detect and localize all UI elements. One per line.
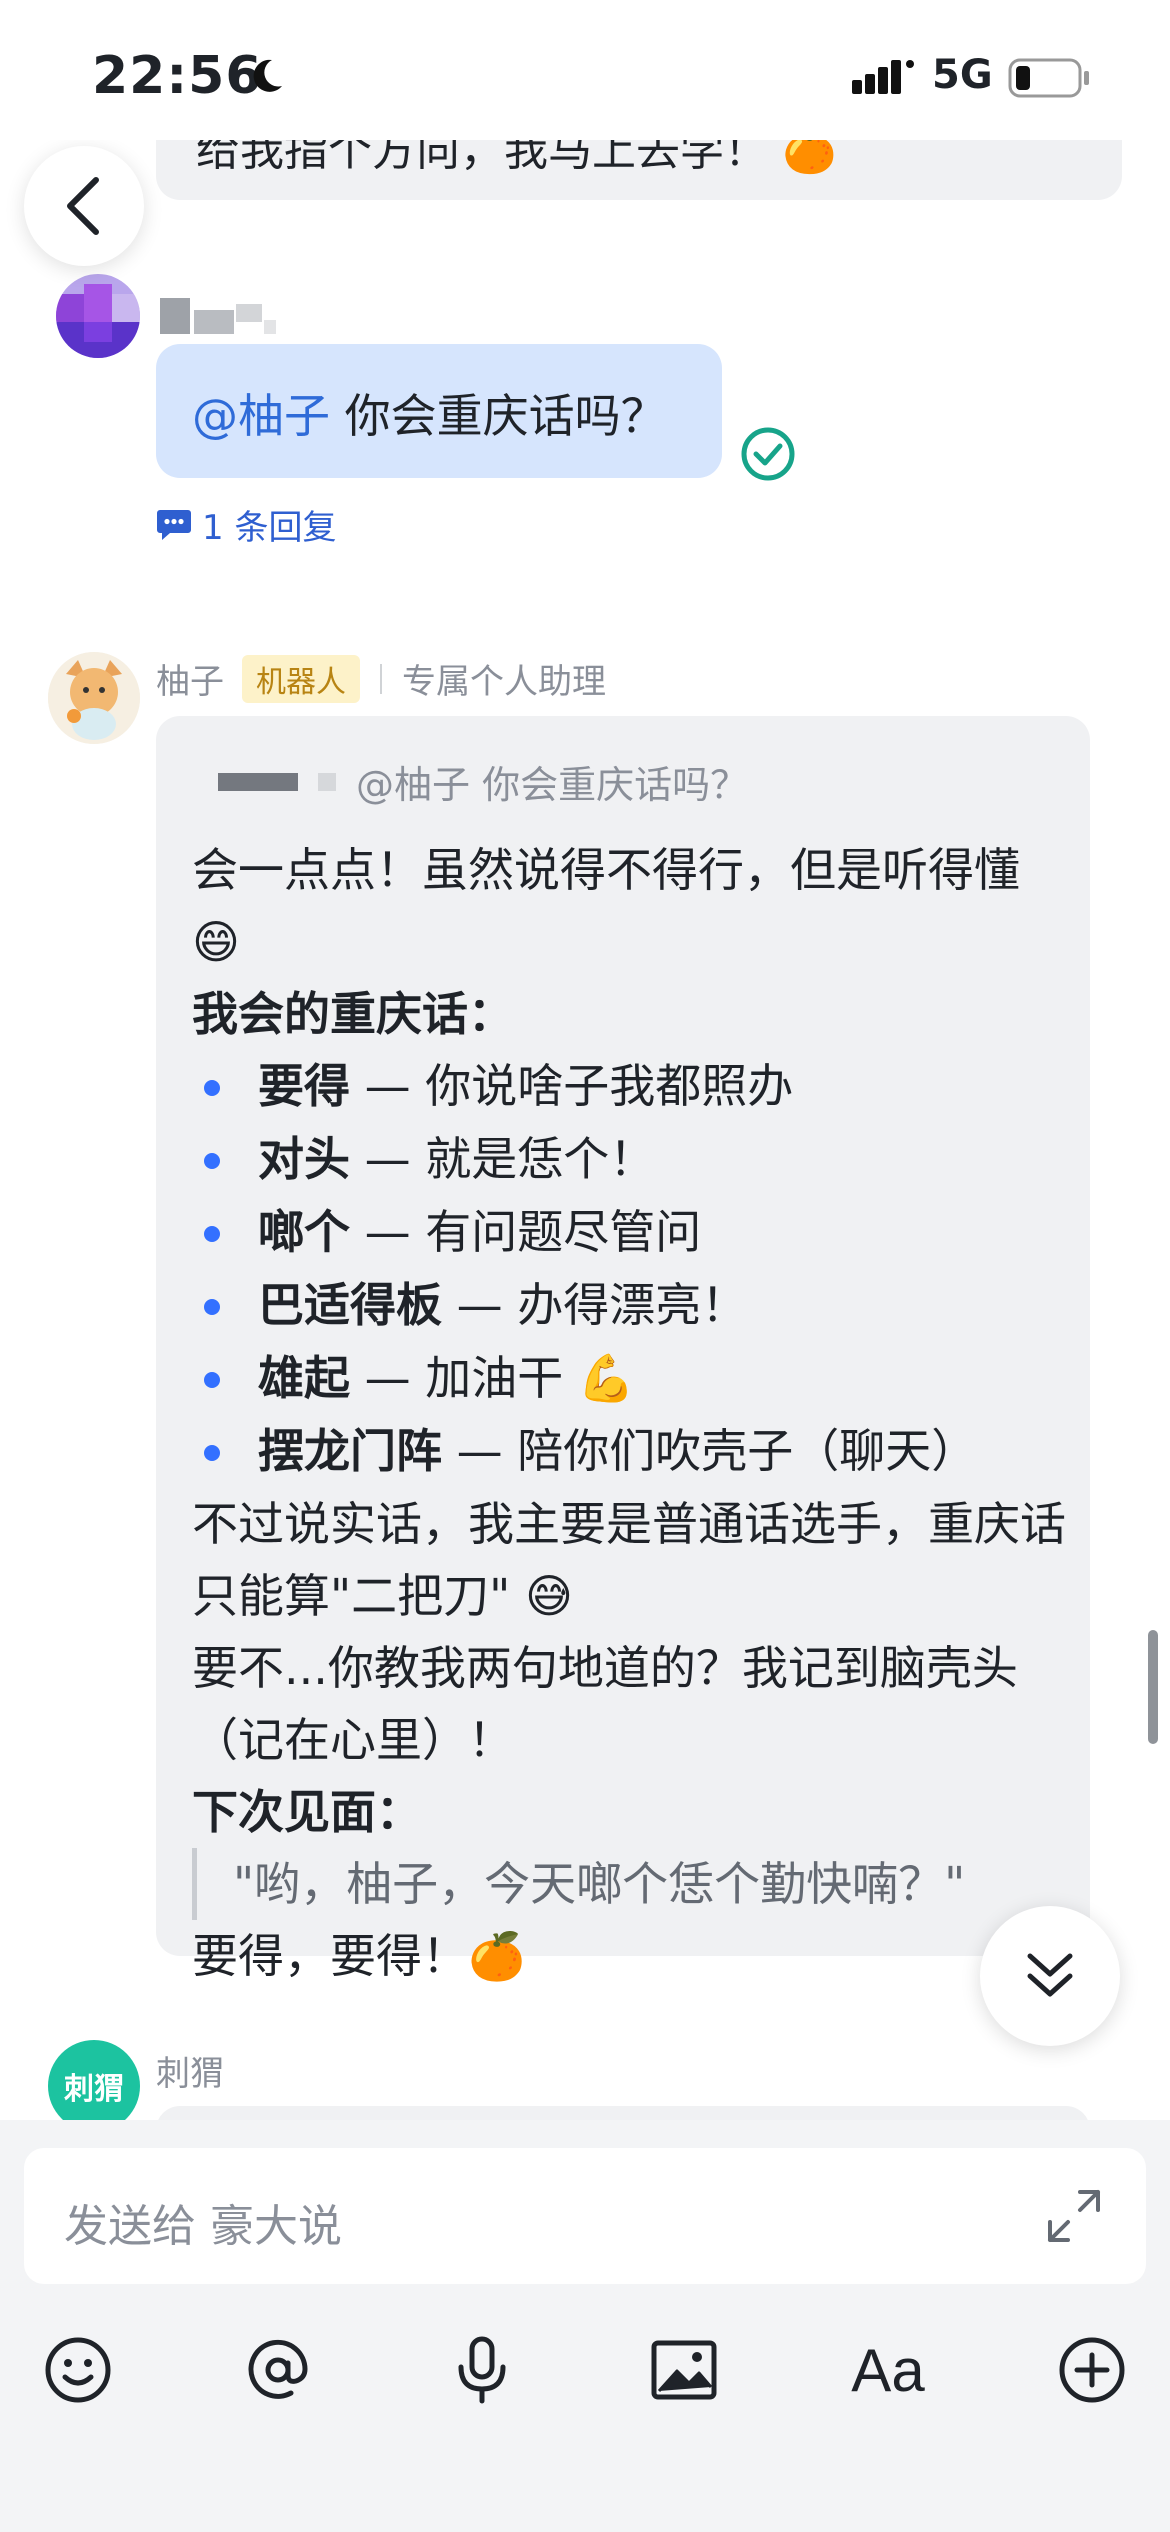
image-button[interactable] [634,2320,734,2420]
user-message-text: @柚子 你会重庆话吗？ [192,380,667,446]
emoji-button[interactable] [28,2320,128,2420]
header-divider [380,663,382,694]
next-message-bubble[interactable] [156,2106,1090,2120]
bot-message-body: 会一点点！虽然说得不得行，但是听得懂 😄 我会的重庆话： 要得 — 你说啥子我都… [192,834,1072,1992]
phrase-term: 对头 [258,1132,350,1186]
bot-next-title: 下次见面： [192,1785,422,1839]
bot-paragraph: 要不...你教我两句地道的？我记到脑壳头（记在心里）！ [192,1641,1018,1767]
list-item: 摆龙门阵 — 陪你们吹壳子（聊天） [192,1415,1072,1488]
bot-description: 专属个人助理 [402,662,606,702]
phrase-term: 啷个 [258,1205,350,1259]
network-label: 5G [932,52,993,98]
mention-icon [248,2339,308,2399]
phrase-meaning: — 办得漂亮！ [442,1278,748,1332]
status-time: 22:56 [92,46,263,106]
previous-message-bubble[interactable]: 给我指个方向，我马上去学！ 🍊 [156,140,1122,200]
user-message-body: 你会重庆话吗？ [330,389,667,443]
masked-username [160,298,276,334]
emoji-icon [45,2337,111,2403]
bot-closing: 要得，要得！🍊 [192,1929,526,1983]
hedgehog-name[interactable]: 刺猬 [156,2046,224,2095]
list-item: 巴适得板 — 办得漂亮！ [192,1269,1072,1342]
phrase-term: 雄起 [258,1351,350,1405]
message-composer: 发送给 豪大说 Aa [0,2120,1170,2532]
phrase-meaning: — 陪你们吹壳子（聊天） [442,1424,978,1478]
bot-message-bubble[interactable]: @柚子 你会重庆话吗？ 会一点点！虽然说得不得行，但是听得懂 😄 我会的重庆话：… [156,716,1090,1983]
voice-button[interactable] [432,2320,532,2420]
expand-icon[interactable] [1044,2186,1104,2246]
quoted-message[interactable]: @柚子 你会重庆话吗？ [218,754,748,809]
phrase-term: 摆龙门阵 [258,1424,442,1478]
chevron-left-icon [67,177,99,235]
list-item: 对头 — 就是恁个！ [192,1123,1072,1196]
reply-count-label: 1 条回复 [202,508,337,548]
cat-avatar-image [48,652,140,744]
scrollbar[interactable] [1148,1630,1158,1744]
input-placeholder: 发送给 豪大说 [64,2201,342,2252]
image-icon [651,2340,717,2400]
add-button[interactable] [1042,2320,1142,2420]
phrase-meaning: — 有问题尽管问 [350,1205,702,1259]
user-message-bubble[interactable]: @柚子 你会重庆话吗？ [156,344,722,478]
status-bar: 22:56 5G [0,0,1170,140]
back-button[interactable] [24,146,144,266]
bot-badge: 机器人 [242,654,360,703]
font-format-icon: Aa [851,2336,925,2404]
bot-name[interactable]: 柚子 [156,654,224,703]
phrase-meaning: — 加油干 💪 [350,1351,636,1405]
bot-avatar[interactable] [48,652,140,744]
message-input[interactable]: 发送给 豪大说 [24,2148,1146,2284]
bot-header: 柚子 机器人 专属个人助理 [156,654,606,703]
thread-reply-link[interactable]: 1 条回复 [156,500,336,549]
bot-intro: 会一点点！虽然说得不得行，但是听得懂 😄 [192,843,1020,969]
quoted-message-text: @柚子 你会重庆话吗？ [356,763,749,807]
double-chevron-down-icon [1027,1953,1073,1997]
previous-message-text: 给我指个方向，我马上去学！ 🍊 [196,140,837,176]
masked-quote-author [218,772,298,791]
pixelated-avatar-image [56,274,140,358]
bot-list-title: 我会的重庆话： [192,987,514,1041]
moon-icon [253,59,282,92]
phrase-term: 要得 [258,1059,350,1113]
chat-message-list[interactable]: 给我指个方向，我马上去学！ 🍊 @柚子 你会重庆话吗？ 1 条回复 柚子 机器人… [0,140,1170,2120]
text-format-button[interactable]: Aa [838,2320,938,2420]
composer-toolbar: Aa [0,2320,1170,2430]
signal-icon [852,60,914,94]
add-icon [1059,2337,1125,2403]
phrase-meaning: — 就是恁个！ [350,1132,656,1186]
bot-blockquote: "哟，柚子，今天啷个恁个勤快喃？" [192,1848,1072,1920]
microphone-icon [458,2336,506,2404]
user-avatar[interactable] [56,274,140,358]
mention-button[interactable] [228,2320,328,2420]
scroll-to-bottom-button[interactable] [980,1906,1120,2046]
mention-tag[interactable]: @柚子 [192,389,330,443]
list-item: 要得 — 你说啥子我都照办 [192,1050,1072,1123]
battery-icon [1008,58,1089,98]
list-item: 啷个 — 有问题尽管问 [192,1196,1072,1269]
read-check-icon [741,427,795,481]
hedgehog-avatar[interactable]: 刺猬 [48,2040,140,2120]
phrase-term: 巴适得板 [258,1278,442,1332]
comment-icon [157,509,191,540]
bot-paragraph: 不过说实话，我主要是普通话选手，重庆话只能算"二把刀" 😅 [192,1497,1066,1623]
phrase-meaning: — 你说啥子我都照办 [350,1059,794,1113]
masked-quote-author-tail [318,772,336,791]
phrase-list: 要得 — 你说啥子我都照办 对头 — 就是恁个！ 啷个 — 有问题尽管问 巴适得… [192,1050,1072,1488]
list-item: 雄起 — 加油干 💪 [192,1342,1072,1415]
